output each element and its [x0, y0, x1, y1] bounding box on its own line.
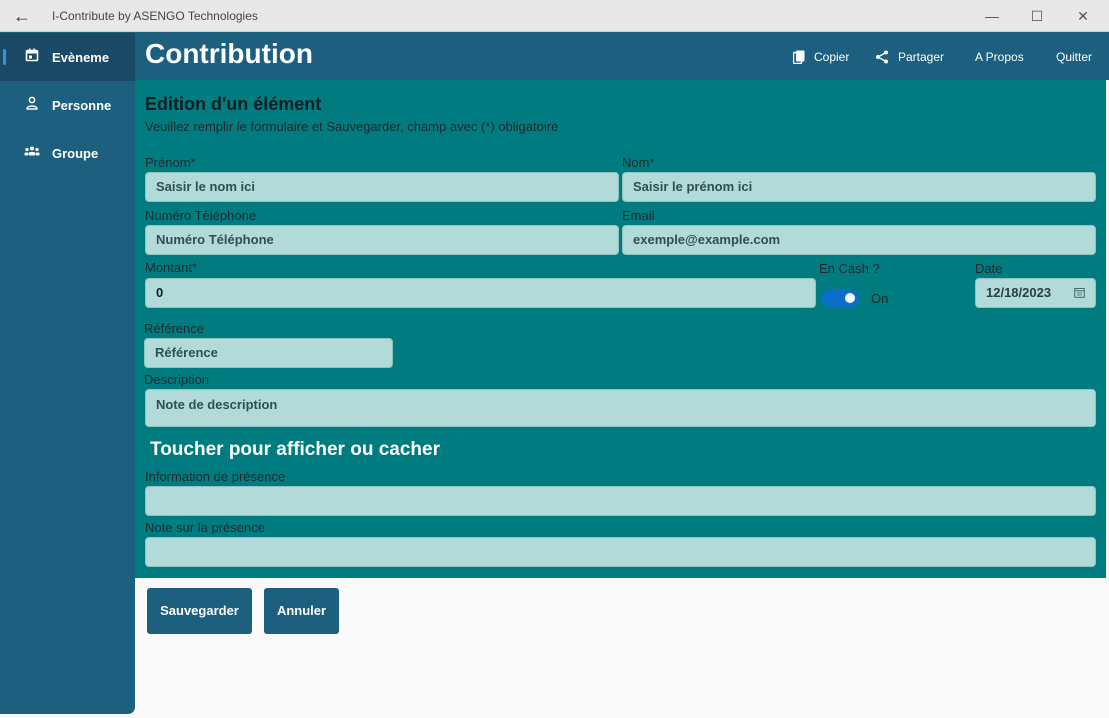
form-subheading: Veuillez remplir le formulaire et Sauveg…: [145, 119, 559, 134]
nom-label: Nom*: [622, 155, 655, 170]
minimize-button[interactable]: —: [969, 0, 1015, 32]
form-heading: Edition d'un élément: [145, 94, 322, 114]
presence-note-label: Note sur la présence: [145, 520, 265, 535]
sidebar-item-label: Groupe: [52, 146, 99, 161]
form-panel: Edition d'un élément Veuillez remplir le…: [135, 80, 1106, 578]
en-cash-toggle[interactable]: [821, 289, 859, 307]
about-button[interactable]: A Propos: [975, 48, 1024, 66]
sidebar-item-groupe[interactable]: Groupe: [0, 129, 135, 177]
back-arrow-icon[interactable]: ←: [8, 6, 36, 26]
sidebar-item-label: Personne: [52, 98, 112, 113]
nom-field[interactable]: Saisir le prénom ici: [622, 172, 1096, 202]
quit-button[interactable]: Quitter: [1056, 48, 1092, 66]
presence-info-field[interactable]: [145, 486, 1096, 516]
share-button[interactable]: Partager: [875, 48, 944, 66]
cancel-button[interactable]: Annuler: [264, 588, 339, 634]
person-icon: [26, 96, 38, 110]
montant-field[interactable]: 0: [145, 278, 816, 308]
share-label: Partager: [898, 50, 945, 64]
description-label: Description: [144, 372, 210, 387]
date-label: Date: [975, 261, 1003, 276]
quit-label: Quitter: [1056, 50, 1093, 64]
date-picker[interactable]: 12/18/2023: [975, 278, 1096, 308]
sidebar-item-label: Evèneme: [52, 50, 110, 65]
email-label: Email: [622, 208, 655, 223]
telephone-field[interactable]: Numéro Téléphone: [145, 225, 619, 255]
sidebar-item-personne[interactable]: Personne: [0, 81, 135, 129]
sidebar: Evèneme Personne Groupe: [0, 32, 135, 714]
en-cash-state: On: [871, 291, 889, 306]
telephone-label: Numéro Téléphone: [145, 208, 257, 223]
toggle-knob: [845, 293, 855, 303]
prenom-field[interactable]: Saisir le nom ici: [145, 172, 619, 202]
maximize-button[interactable]: ☐: [1014, 0, 1060, 32]
montant-label: Montant*: [145, 260, 198, 275]
description-field[interactable]: Note de description: [145, 389, 1096, 427]
app-header: Contribution Copier Partager A Propos Qu…: [135, 32, 1109, 80]
date-value: 12/18/2023: [986, 285, 1052, 300]
reference-label: Référence: [144, 321, 204, 336]
active-indicator: [3, 49, 6, 65]
window-title: I-Contribute by ASENGO Technologies: [52, 9, 258, 23]
calendar-icon: [25, 48, 39, 62]
presence-note-field[interactable]: [145, 537, 1096, 567]
email-field[interactable]: exemple@example.com: [622, 225, 1096, 255]
en-cash-label: En Cash ?: [819, 261, 880, 276]
copy-label: Copier: [814, 50, 850, 64]
share-icon: [876, 50, 888, 64]
group-icon: [24, 146, 40, 156]
page-title: Contribution: [145, 38, 313, 69]
close-button[interactable]: ✕: [1060, 0, 1106, 32]
window-titlebar: ← I-Contribute by ASENGO Technologies — …: [0, 0, 1109, 32]
calendar-icon: [1074, 288, 1085, 298]
reference-field[interactable]: Référence: [144, 338, 393, 368]
copy-icon: [793, 50, 805, 64]
prenom-label: Prénom*: [145, 155, 196, 170]
presence-info-label: Information de présence: [145, 469, 286, 484]
toggle-section-button[interactable]: Toucher pour afficher ou cacher: [150, 439, 440, 461]
copy-button[interactable]: Copier: [793, 48, 849, 66]
sidebar-item-evenement[interactable]: Evèneme: [0, 33, 135, 81]
about-label: A Propos: [975, 50, 1024, 64]
save-button[interactable]: Sauvegarder: [147, 588, 252, 634]
